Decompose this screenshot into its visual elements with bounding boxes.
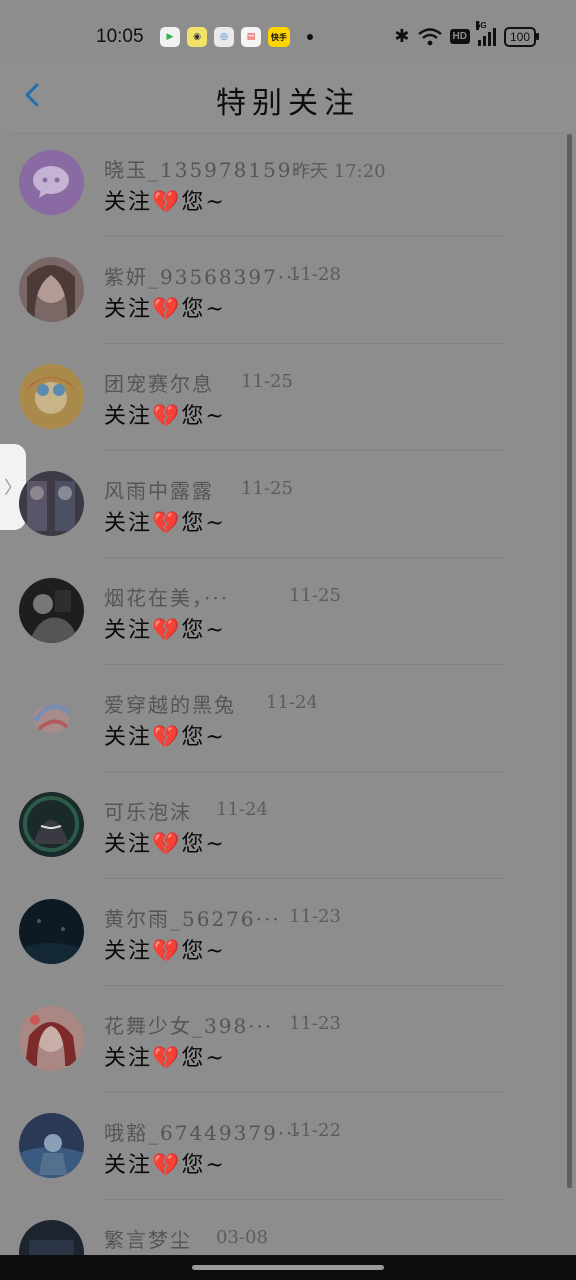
network-type-label: 5G — [475, 20, 487, 30]
contact-name: 晓玉_135978159··· — [104, 158, 318, 182]
message-preview: 关注💔您~ — [104, 618, 226, 643]
avatar — [19, 471, 84, 536]
chat-app-icon: ◉ — [187, 27, 207, 47]
status-app-icons: ▶ ◉ ◎ ▤ 快手 — [160, 27, 313, 47]
list-item[interactable]: 团宠赛尔息 11-25 关注💔您~ — [0, 344, 576, 451]
message-preview: 关注💔您~ — [104, 297, 226, 322]
list-item[interactable]: 繁言梦尘 03-08 — [0, 1200, 576, 1255]
list-item[interactable]: 可乐泡沫 11-24 关注💔您~ — [0, 772, 576, 879]
signal-icon: 5G — [475, 20, 496, 46]
message-time: 11-24 — [216, 799, 268, 820]
page-header: 特别关注 — [0, 58, 576, 130]
contact-name: 团宠赛尔息 — [104, 372, 214, 396]
list-item[interactable]: 花舞少女_398··· 11-23 关注💔您~ — [0, 986, 576, 1093]
follow-list: 晓玉_135978159··· 昨天 17:20 关注💔您~ 紫妍_935683… — [0, 130, 576, 1255]
list-item[interactable]: 爱穿越的黑兔 11-24 关注💔您~ — [0, 665, 576, 772]
message-time: 11-22 — [289, 1120, 341, 1141]
message-preview: 关注💔您~ — [104, 511, 226, 536]
bluetooth-icon: ✱ — [394, 26, 410, 46]
avatar — [19, 1113, 84, 1178]
message-time: 11-23 — [289, 1013, 341, 1034]
browser-app-icon: ◎ — [214, 27, 234, 47]
message-preview: 关注💔您~ — [104, 725, 226, 750]
message-preview: 关注💔您~ — [104, 1153, 226, 1178]
list-item[interactable]: 烟花在美，··· 11-25 关注💔您~ — [0, 558, 576, 665]
contact-name: 花舞少女_398··· — [104, 1014, 274, 1038]
message-preview: 关注💔您~ — [104, 190, 226, 215]
status-indicators: ✱ HD 5G 100 — [394, 20, 540, 47]
avatar — [19, 364, 84, 429]
message-preview: 关注💔您~ — [104, 404, 226, 429]
list-item[interactable]: 哦豁_67449379··· 11-22 关注💔您~ — [0, 1093, 576, 1200]
avatar — [19, 685, 84, 750]
notification-dot-icon — [307, 34, 313, 40]
battery-icon: 100 — [503, 26, 540, 47]
scrollbar[interactable] — [567, 134, 572, 1188]
avatar — [19, 1006, 84, 1071]
message-time: 03-08 — [216, 1227, 268, 1248]
contact-name: 可乐泡沫 — [104, 800, 192, 824]
home-indicator[interactable] — [192, 1265, 384, 1270]
message-preview: 关注💔您~ — [104, 939, 226, 964]
message-time: 11-25 — [241, 371, 293, 392]
list-item[interactable]: 黄尔雨_56276··· 11-23 关注💔您~ — [0, 879, 576, 986]
video-app-icon: ▶ — [160, 27, 180, 47]
system-nav-bar — [0, 1255, 576, 1280]
avatar — [19, 150, 84, 215]
message-time: 11-25 — [289, 585, 341, 606]
contact-name: 风雨中露露 — [104, 479, 214, 503]
status-time: 10:05 — [96, 26, 144, 47]
contact-name: 哦豁_67449379··· — [104, 1121, 303, 1145]
message-time: 昨天 17:20 — [292, 161, 386, 182]
message-preview: 关注💔您~ — [104, 832, 226, 857]
avatar — [19, 257, 84, 322]
contact-name: 烟花在美，··· — [104, 586, 230, 610]
status-bar: 10:05 ▶ ◉ ◎ ▤ 快手 ✱ HD 5G 100 — [0, 0, 576, 58]
message-time: 11-28 — [289, 264, 341, 285]
contact-name: 繁言梦尘 — [104, 1228, 192, 1252]
avatar — [19, 899, 84, 964]
list-item[interactable]: 风雨中露露 11-25 关注💔您~ — [0, 451, 576, 558]
message-time: 11-25 — [241, 478, 293, 499]
avatar — [19, 578, 84, 643]
store-app-icon: ▤ — [241, 27, 261, 47]
page-title: 特别关注 — [216, 86, 360, 121]
avatar — [19, 1220, 84, 1255]
hd-icon: HD — [449, 29, 470, 44]
contact-name: 爱穿越的黑兔 — [104, 693, 236, 717]
list-item[interactable]: 紫妍_93568397··· 11-28 关注💔您~ — [0, 237, 576, 344]
avatar — [19, 792, 84, 857]
contact-name: 紫妍_93568397··· — [104, 265, 303, 289]
message-preview: 关注💔您~ — [104, 1046, 226, 1071]
wifi-icon — [417, 27, 442, 46]
list-item[interactable]: 晓玉_135978159··· 昨天 17:20 关注💔您~ — [0, 130, 576, 237]
message-time: 11-23 — [289, 906, 341, 927]
contact-name: 黄尔雨_56276··· — [104, 907, 281, 931]
message-time: 11-24 — [266, 692, 318, 713]
kuaishou-app-icon: 快手 — [268, 27, 290, 47]
